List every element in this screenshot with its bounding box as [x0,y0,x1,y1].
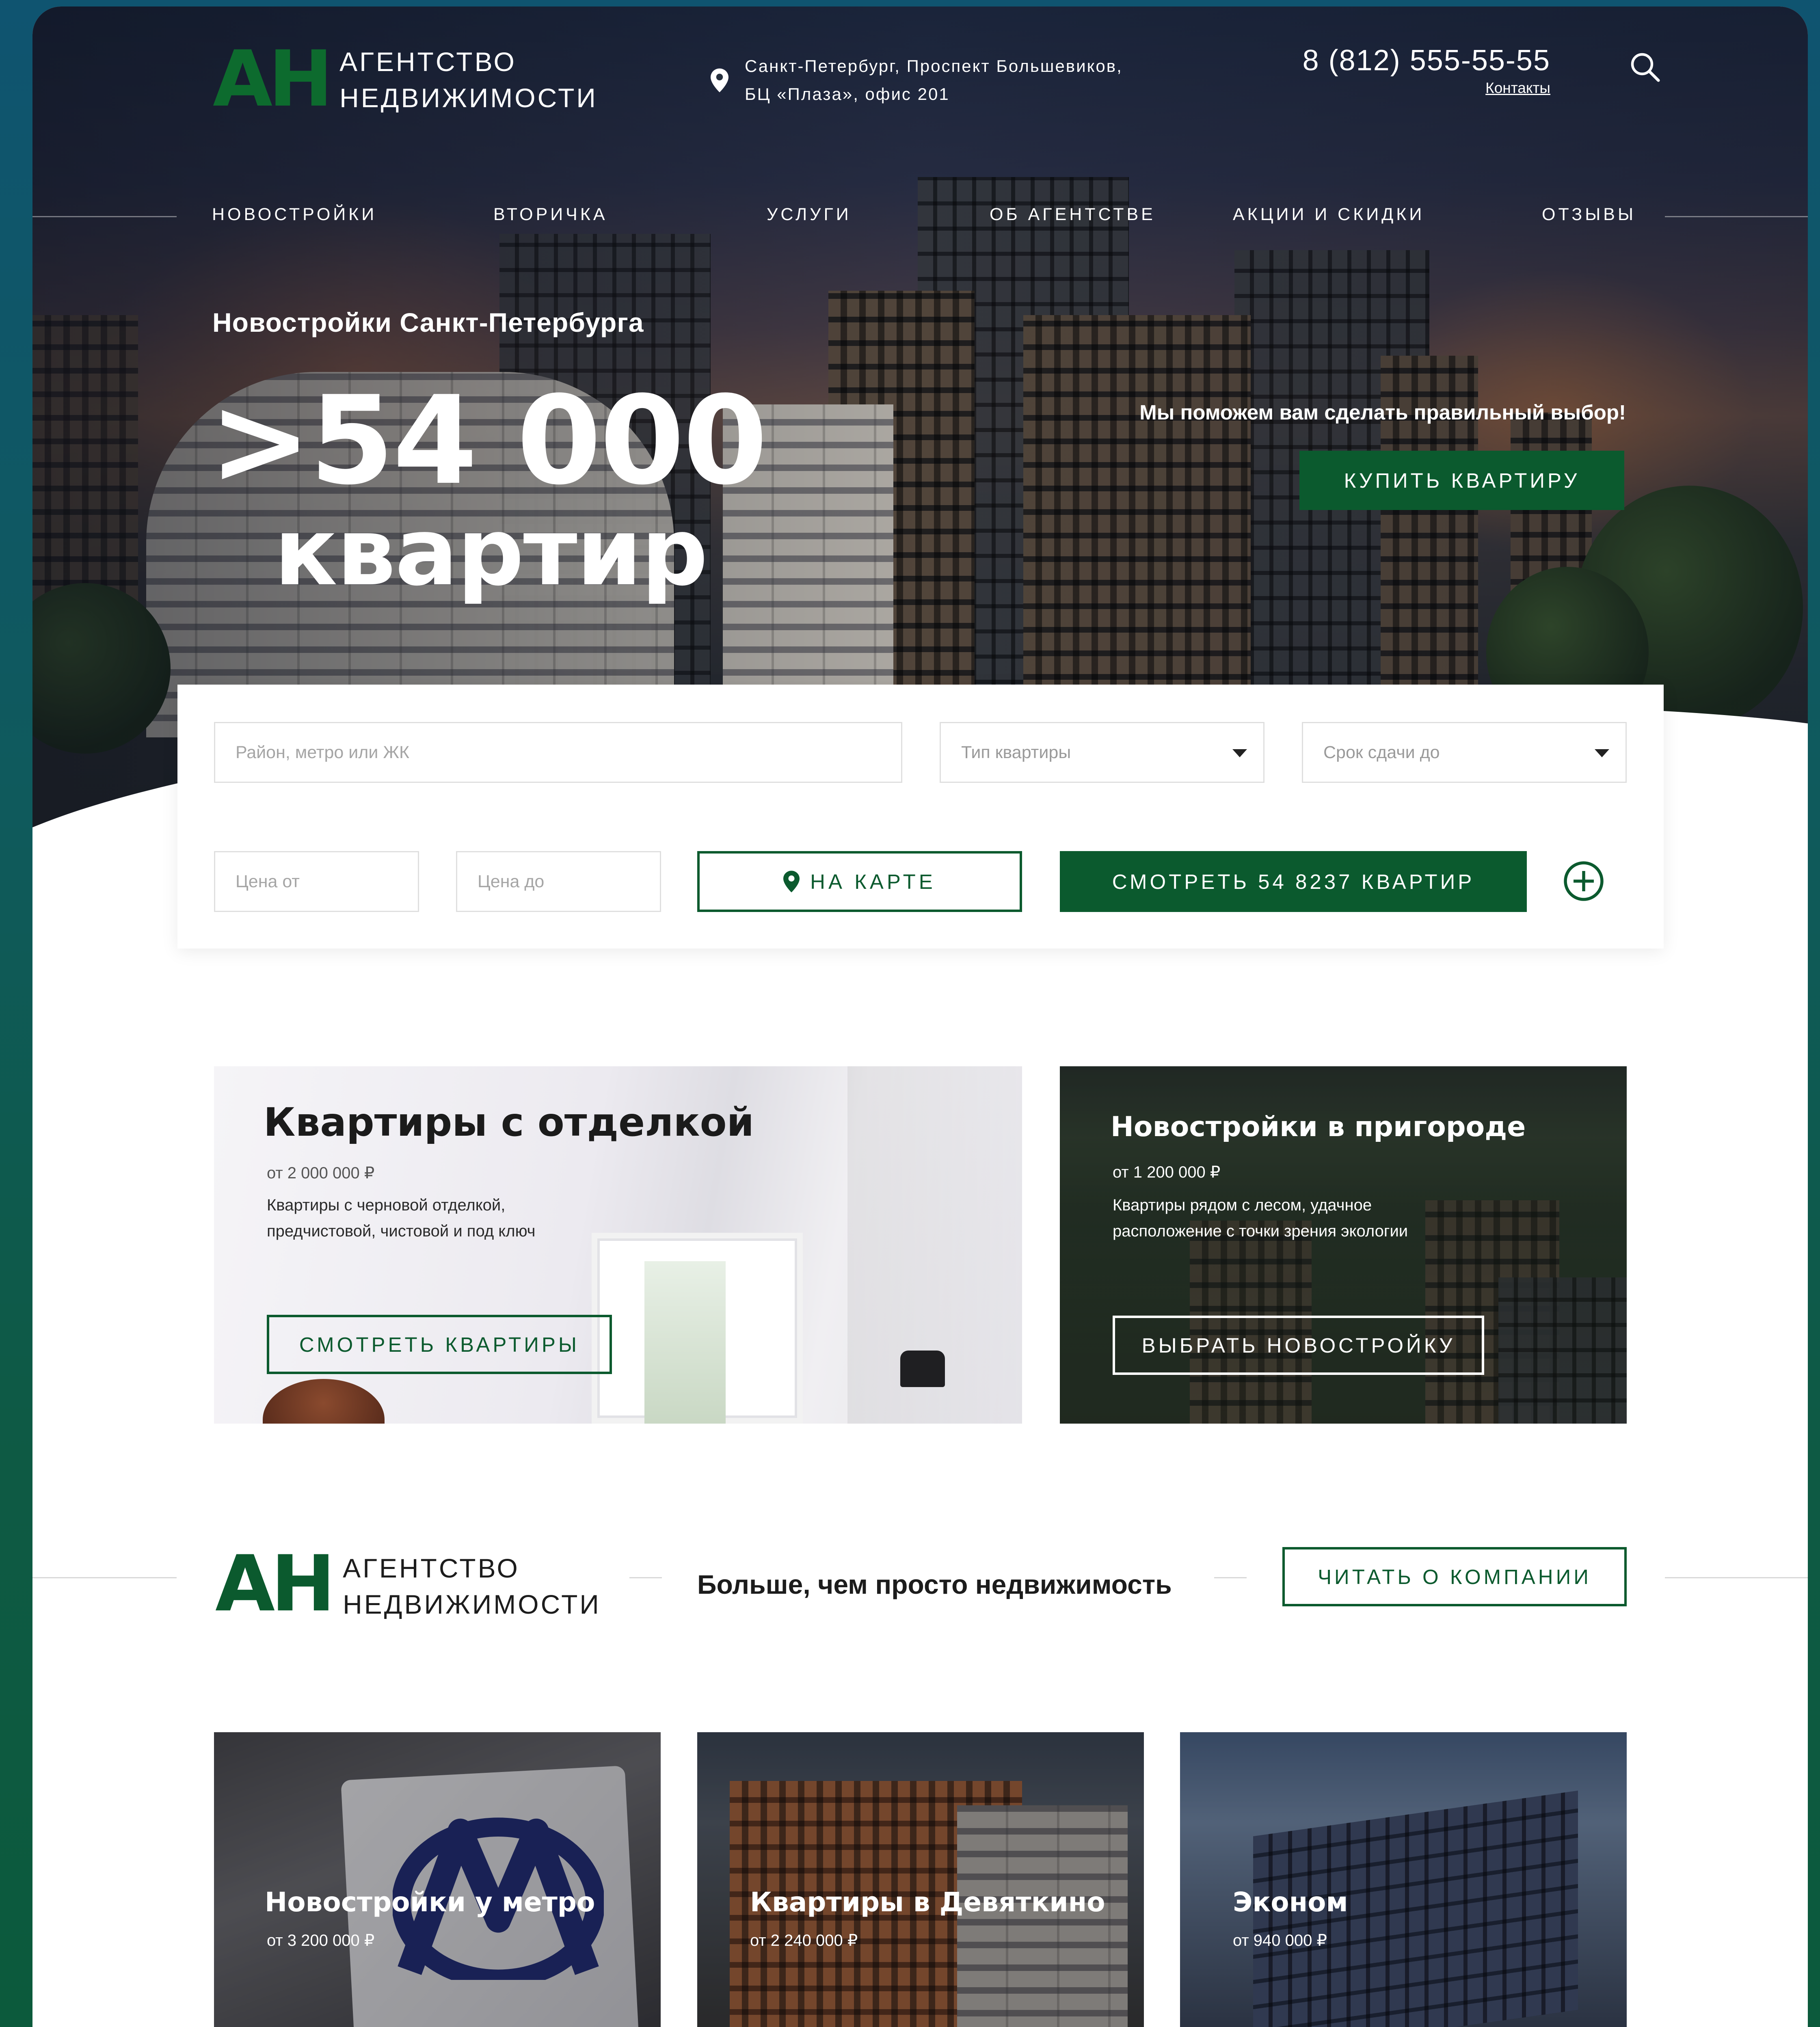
about-divider [32,1577,177,1578]
hero-apartment-word: квартир [274,498,708,607]
card-title: Эконом [1233,1887,1348,1918]
deadline-select[interactable]: Срок сдачи до [1302,722,1627,783]
nav-item-uslugi[interactable]: УСЛУГИ [767,205,852,225]
page: АН АГЕНТСТВО НЕДВИЖИМОСТИ Санкт-Петербур… [32,6,1808,2027]
choose-building-button[interactable]: ВЫБРАТЬ НОВОСТРОЙКУ [1113,1316,1484,1375]
dropdown-caret-icon [1595,749,1609,757]
price-from-field[interactable] [214,851,419,912]
promo-price: от 2 000 000 ₽ [267,1164,375,1182]
logo-text: АГЕНТСТВО НЕДВИЖИМОСТИ [343,1550,601,1623]
nav-divider-left [32,216,177,217]
price-from-input[interactable] [236,871,418,892]
promo-title: Новостройки в пригороде [1111,1111,1526,1143]
card-overlay [1180,1732,1627,2027]
card-price: от 2 240 000 ₽ [750,1932,858,1949]
deadline-placeholder: Срок сдачи до [1323,742,1440,762]
logo-line1: АГЕНТСТВО [339,47,517,77]
card-title: Новостройки у метро [265,1887,595,1918]
plus-circle-icon[interactable] [1563,861,1604,901]
about-logo: АН АГЕНТСТВО НЕДВИЖИМОСТИ [215,1545,601,1623]
about-divider [1214,1577,1247,1578]
nav-item-about[interactable]: ОБ АГЕНТСТВЕ [990,205,1156,225]
location-pin-icon [783,871,800,892]
promo-card-finished[interactable]: Квартиры с отделкой от 2 000 000 ₽ Кварт… [214,1066,1022,1424]
view-apartments-button[interactable]: СМОТРЕТЬ 54 8237 КВАРТИР [1060,851,1527,912]
about-divider [1665,1577,1808,1578]
card-overlay [697,1732,1144,2027]
category-card-economy[interactable]: Эконом от 940 000 ₽ [1180,1732,1627,2027]
logo-mark: АН [213,34,333,124]
address-line2: БЦ «Плаза», офис 201 [745,84,950,104]
card-overlay [214,1732,661,2027]
apartment-type-select[interactable]: Тип квартиры [940,722,1264,783]
office-address: Санкт-Петербург, Проспект Большевиков, Б… [711,52,1123,108]
read-about-company-button[interactable]: ЧИТАТЬ О КОМПАНИИ [1282,1547,1627,1606]
show-on-map-label: НА КАРТЕ [810,870,936,893]
logo-line2: НЕДВИЖИМОСТИ [339,83,598,113]
nav-item-promotions[interactable]: АКЦИИ И СКИДКИ [1233,205,1424,225]
logo-text: АГЕНТСТВО НЕДВИЖИМОСТИ [339,44,598,116]
logo-line2: НЕДВИЖИМОСТИ [343,1589,601,1620]
interior-window [644,1261,726,1424]
location-search-field[interactable] [214,722,902,783]
promo-title: Квартиры с отделкой [264,1100,754,1145]
interior-lamp [900,1351,945,1387]
logo[interactable]: АН АГЕНТСТВО НЕДВИЖИМОСТИ [213,41,598,118]
logo-line1: АГЕНТСТВО [343,1553,520,1583]
card-price: от 940 000 ₽ [1233,1932,1327,1949]
address-line1: Санкт-Петербург, Проспект Большевиков, [745,56,1123,76]
address-text: Санкт-Петербург, Проспект Большевиков, Б… [745,52,1123,108]
promo-desc-line: Квартиры рядом с лесом, удачное [1113,1196,1372,1214]
promo-desc-line: Квартиры с черновой отделкой, [267,1196,506,1214]
promo-price: от 1 200 000 ₽ [1113,1163,1221,1181]
promo-desc-line: расположение с точки зрения экологии [1113,1222,1408,1240]
nav-item-vtorichka[interactable]: ВТОРИЧКА [493,205,608,225]
contact-block: 8 (812) 555-55-55 Контакты [1303,44,1550,97]
about-divider [629,1577,662,1578]
card-title: Квартиры в Девяткино [750,1887,1105,1918]
nav-item-novostroyki[interactable]: НОВОСТРОЙКИ [212,205,377,225]
logo-mark: АН [215,1539,335,1629]
category-card-devyatkino[interactable]: Квартиры в Девяткино от 2 240 000 ₽ [697,1732,1144,2027]
promo-description: Квартиры рядом с лесом, удачное располож… [1113,1192,1408,1244]
hero-subtitle: Новостройки Санкт-Петербурга [212,307,644,337]
main-nav: НОВОСТРОЙКИ ВТОРИЧКА УСЛУГИ ОБ АГЕНТСТВЕ… [32,201,1808,230]
phone-number[interactable]: 8 (812) 555-55-55 [1303,44,1550,77]
view-apartments-promo-button[interactable]: СМОТРЕТЬ КВАРТИРЫ [267,1315,612,1374]
card-price: от 3 200 000 ₽ [267,1932,375,1949]
dropdown-caret-icon [1232,749,1247,757]
nav-item-reviews[interactable]: ОТЗЫВЫ [1542,205,1636,225]
location-pin-icon [711,68,728,93]
buy-apartment-button[interactable]: КУПИТЬ КВАРТИРУ [1299,451,1624,510]
category-card-metro[interactable]: Новостройки у метро от 3 200 000 ₽ [214,1732,661,2027]
search-icon[interactable] [1628,50,1661,83]
promo-description: Квартиры с черновой отделкой, предчистов… [267,1192,536,1244]
contacts-link[interactable]: Контакты [1485,80,1550,97]
apartment-type-placeholder: Тип квартиры [961,742,1071,762]
nav-divider-right [1665,216,1808,217]
promo-desc-line: предчистовой, чистовой и под ключ [267,1222,536,1240]
price-to-input[interactable] [478,871,660,892]
hero-headline: >54 000 квартир [209,370,768,607]
promo-card-suburb[interactable]: Новостройки в пригороде от 1 200 000 ₽ К… [1060,1066,1627,1424]
company-tagline: Больше, чем просто недвижимость [697,1569,1172,1599]
hero-apartment-count: >54 000 [209,370,768,512]
location-search-input[interactable] [236,742,901,763]
hero-cta-text: Мы поможем вам сделать правильный выбор! [1139,401,1626,424]
price-to-field[interactable] [456,851,661,912]
show-on-map-button[interactable]: НА КАРТЕ [697,851,1022,912]
